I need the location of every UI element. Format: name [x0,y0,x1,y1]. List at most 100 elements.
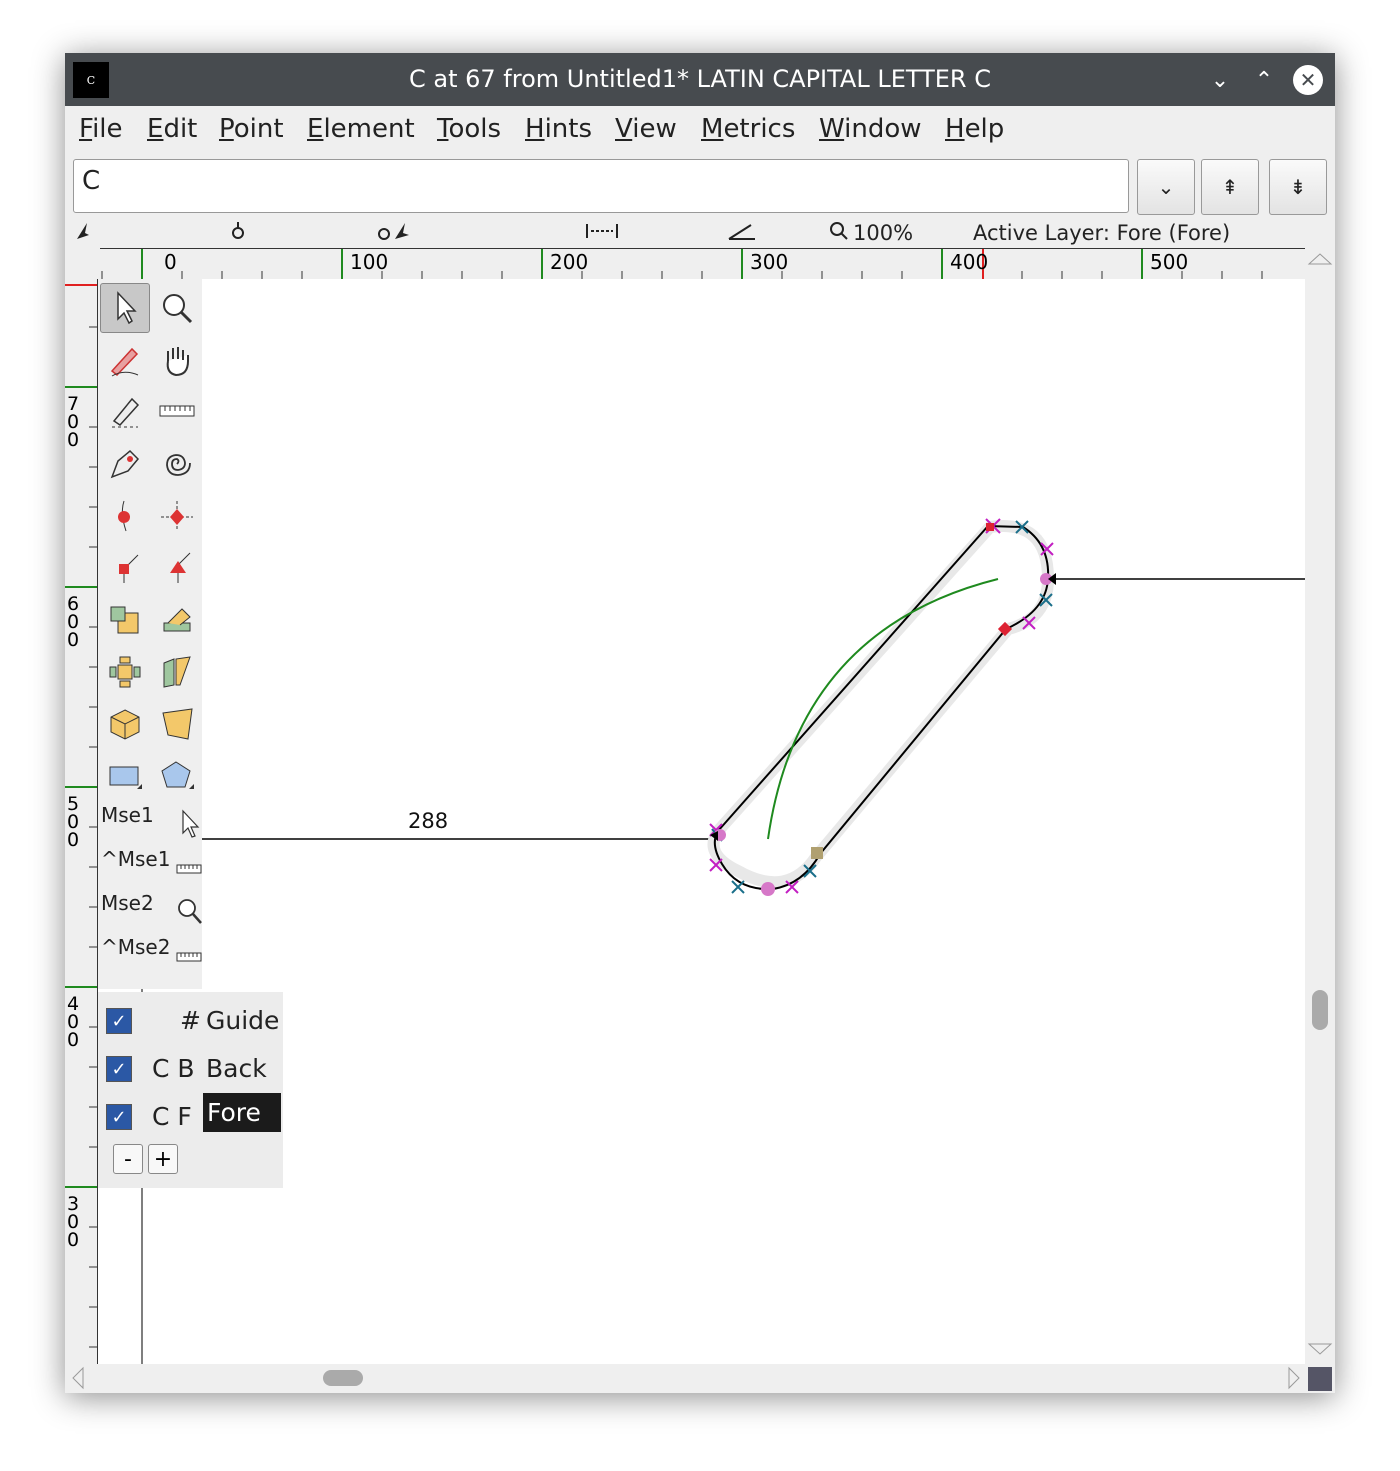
h-ruler-label: 400 [950,250,989,274]
menu-point[interactable]: Point [219,114,284,144]
curve-point-tool[interactable] [100,491,150,541]
v-ruler-label: 4 0 0 [67,993,80,1051]
knife-tool[interactable] [100,387,150,437]
menubar: File Edit Point Element Tools Hints View… [65,106,1335,156]
resize-grip-icon[interactable] [1308,1367,1332,1391]
scale-tool[interactable] [100,595,150,645]
scroll-tool[interactable] [152,335,202,385]
menu-hints[interactable]: Hints [525,114,592,144]
minimize-button[interactable]: ⌄ [1205,65,1235,95]
h-ruler-label: 100 [350,250,389,274]
layer-type-mark: C B [152,1054,195,1083]
layer-type-mark: # [180,1006,201,1035]
titlebar: C C at 67 from Untitled1* LATIN CAPITAL … [65,53,1335,106]
scroll-right-arrow-icon [1288,1366,1300,1390]
mouse1-binding-label: Mse1 [101,803,154,827]
menu-tools[interactable]: Tools [437,114,501,144]
scroll-left-arrow-icon [72,1366,84,1390]
cursor-position-icon [75,221,91,246]
ruler-tool[interactable] [152,387,202,437]
glyph-name-input[interactable]: C [73,159,1129,213]
horizontal-scroll-thumb[interactable] [323,1370,363,1386]
layer-name: Back [206,1054,267,1083]
magnify-icon [163,294,193,324]
spiro-curve [767,578,999,840]
horizontal-ruler: 0 100 200 300 400 500 [100,248,1305,280]
rectangle-tool[interactable] [100,751,150,801]
layer-visible-checkbox[interactable]: ✓ [106,1104,132,1130]
rotate-icon [163,608,191,632]
zoom-icon [829,221,849,246]
layer-row-guide[interactable]: ✓ # Guide [106,1002,283,1042]
rotate-3d-tool[interactable] [100,699,150,749]
next-glyph-button[interactable]: ⇟ [1269,159,1327,215]
measurement-label: 288 [408,809,449,833]
cube-icon [110,709,140,740]
menu-window[interactable]: Window [819,114,922,144]
mouse2-binding-label: Mse2 [101,891,154,915]
curve-points [714,573,1052,896]
maximize-button[interactable]: ⌃ [1249,65,1279,95]
freehand-tool[interactable] [100,335,150,385]
layer-visible-checkbox[interactable]: ✓ [106,1008,132,1034]
info-bar: 100% Active Layer: Fore (Fore) [65,219,1335,247]
tangent-point [811,847,823,859]
flip-tool[interactable] [100,647,150,697]
tangent-point-icon [170,552,191,583]
menu-file[interactable]: File [79,114,123,144]
pencil-icon [110,347,139,377]
tangent-handles [711,520,1053,894]
h-ruler-label: 200 [550,250,589,274]
v-ruler-label: 6 0 0 [67,593,80,651]
menu-element[interactable]: Element [307,114,415,144]
glyph-dropdown-button[interactable]: ⌄ [1137,159,1195,215]
hv-curve-point-icon [161,501,193,531]
ruler-icon [176,861,202,880]
horizontal-scrollbar[interactable] [65,1364,1335,1393]
pointer-tool[interactable] [100,283,150,333]
perspective-tool[interactable] [152,699,202,749]
vertical-scrollbar[interactable] [1305,248,1335,1364]
polygon-tool[interactable] [152,751,202,801]
spiro-tool[interactable] [152,439,202,489]
layer-visible-checkbox[interactable]: ✓ [106,1056,132,1082]
start-point [986,523,994,531]
layer-row-fore[interactable]: ✓ C F Fore [106,1093,283,1138]
scale-icon [110,606,139,634]
magnify-icon [176,897,202,929]
menu-metrics[interactable]: Metrics [701,114,795,144]
polygon-icon [161,761,194,789]
remove-layer-button[interactable]: - [113,1144,143,1174]
window-title: C at 67 from Untitled1* LATIN CAPITAL LE… [408,65,991,93]
distance-icon [585,221,619,246]
v-ruler-label: 3 0 0 [67,1193,80,1251]
menu-edit[interactable]: Edit [147,114,197,144]
menu-view[interactable]: View [615,114,677,144]
layer-row-back[interactable]: ✓ C B Back [106,1050,283,1090]
rectangle-icon [109,766,142,789]
v-ruler-label: 7 0 0 [67,393,80,451]
layer-name-active: Fore [203,1093,281,1132]
rotate-tool[interactable] [152,595,202,645]
hv-curve-point-tool[interactable] [152,491,202,541]
scroll-up-arrow-icon [1307,253,1333,265]
skew-tool[interactable] [152,647,202,697]
close-button[interactable]: ✕ [1293,65,1323,95]
menu-help[interactable]: Help [945,114,1004,144]
h-ruler-label: 0 [164,250,177,274]
add-layer-button[interactable]: + [148,1144,178,1174]
skew-icon [163,656,191,688]
active-layer-status: Active Layer: Fore (Fore) [973,221,1231,245]
spiral-icon [166,454,191,476]
pointer-icon [117,291,137,325]
glyph-outline-layer [141,518,1305,1364]
point-position-icon [230,221,246,246]
vertical-scroll-thumb[interactable] [1312,990,1328,1030]
magnify-tool[interactable] [152,283,202,333]
corner-point-tool[interactable] [100,543,150,593]
pen-tool[interactable] [100,439,150,489]
tangent-point-tool[interactable] [152,543,202,593]
glyph-canvas[interactable]: 288 Mse1 ^Mse1 Mse2 ^Mse2 ✓ # Guide ✓ C … [98,279,1305,1364]
zoom-level: 100% [853,221,914,245]
previous-glyph-button[interactable]: ⇞ [1201,159,1259,215]
